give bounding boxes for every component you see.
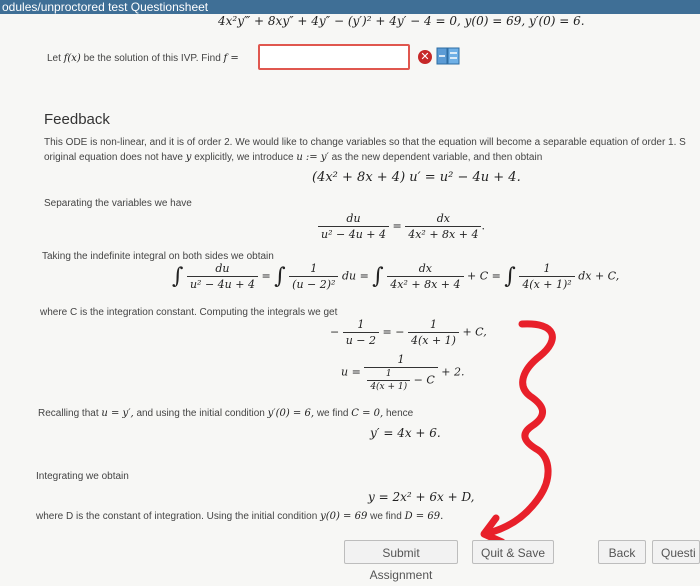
sep-dx: dx [436,212,450,225]
y-solution: y = 2x² + 6x + D, [368,490,475,504]
int-du-den: u² − 4u + 4 [186,276,258,291]
int-u2: (u − 2)² [289,276,339,291]
u-inner-den: 4(x + 1) [367,380,411,392]
recall-c0: C = 0, [351,408,384,419]
prompt-mid: be the solution of this IVP. Find [83,53,221,64]
recall-a: Recalling that [38,408,99,419]
int-du-tail: du = [341,269,369,283]
d-text: where D is the constant of integration. … [36,511,443,522]
equation-preview-icon[interactable] [436,47,460,65]
d-a: where D is the constant of integration. … [36,511,318,522]
res-x1: 4(x + 1) [407,332,459,347]
integrating-text: Integrating we obtain [36,471,129,482]
u-inner-one: 1 [385,369,392,379]
line2-part-a: original equation does not have [44,152,183,163]
u-den-tail: − C [413,373,435,387]
int-du: du [215,262,230,275]
line2-part-b: explicitly, we introduce [194,152,294,163]
res-u2: u − 2 [342,332,380,347]
int-dx-tail: dx + C, [578,269,620,283]
u-one: 1 [397,353,405,366]
recall-u: u = y′, [101,408,134,419]
feedback-line-2: original equation does not have y explic… [44,152,543,163]
d-b: we find [370,511,402,522]
sep-du: du [346,212,361,225]
int-plus-c: + C = [467,269,501,283]
error-x-icon: ✕ [418,50,432,64]
u-eq: u = [341,365,361,379]
int-x1: 4(x + 1)² [519,276,575,291]
sep-dx-den: 4x² + 8x + 4 [405,226,482,241]
back-button[interactable]: Back [598,540,646,564]
separating-text: Separating the variables we have [44,198,192,209]
submit-assignment-button[interactable]: Submit Assignment [344,540,458,582]
recall-b: and using the initial condition [136,408,265,419]
feedback-title: Feedback [44,111,110,128]
ode-equation: 4x²y‴ + 8xy″ + 4y″ − (y′)² + 4y′ − 4 = 0… [218,14,585,28]
int-one-a: 1 [310,262,318,275]
answer-prompt: Let f(x) be the solution of this IVP. Fi… [47,53,239,64]
res-minus: − [330,325,340,339]
recall-d: hence [386,408,414,419]
int-dx-den: 4x² + 8x + 4 [387,276,464,291]
recall-c: we find [316,408,349,419]
res-one-b: 1 [429,318,437,331]
separated-equation: du u² − 4u + 4 = dx 4x² + 8x + 4. [318,212,485,241]
integral-equation: ∫ du u² − 4u + 4 = ∫ 1 (u − 2)² du = ∫ dx 4… [172,262,620,291]
answer-input[interactable] [258,44,410,70]
sep-du-den: u² − 4u + 4 [318,226,389,241]
int-one-b: 1 [543,262,551,275]
prompt-prefix: Let [47,53,61,64]
constant-text: where C is the integration constant. Com… [40,307,338,318]
prompt-f: f = [223,53,239,64]
feedback-line-1: This ODE is non-linear, and it is of ord… [44,137,686,148]
u-solution: u = 1 1 4(x + 1) − C + 2. [341,353,465,392]
window-title-bar: odules/unproctored test Questionsheet [0,0,700,14]
substituted-equation: (4x² + 8x + 4) u′ = u² − 4u + 4. [312,170,521,185]
recall-ic: y′(0) = 6, [267,408,315,419]
yprime-solution: y′ = 4x + 6. [370,426,441,440]
prompt-fx: f(x) [63,53,81,64]
window-title: odules/unproctored test Questionsheet [2,0,209,14]
quit-save-button[interactable]: Quit & Save [472,540,554,564]
recall-text: Recalling that u = y′, and using the ini… [38,408,413,419]
d-ic: y(0) = 69 [320,511,368,522]
d-val: D = 69. [404,511,444,522]
question-button[interactable]: Questi [652,540,700,564]
int-dx: dx [418,262,432,275]
line2-part-c: as the new dependent variable, and then … [331,152,543,163]
res-eq: = − [382,325,405,339]
red-brace-annotation [480,320,556,546]
integral-text: Taking the indefinite integral on both s… [42,251,274,262]
res-one-a: 1 [357,318,365,331]
